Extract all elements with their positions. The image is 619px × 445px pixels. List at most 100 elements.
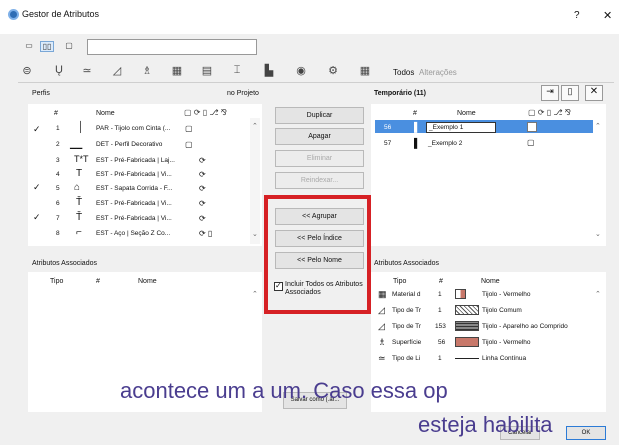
col-nome: Nome xyxy=(481,278,500,285)
duplicar-button[interactable]: Duplicar xyxy=(275,107,364,124)
row-flag-icon: ▢ xyxy=(185,140,193,149)
row-check: ✓ xyxy=(33,212,41,222)
layers-icon[interactable]: ⊜ xyxy=(18,64,36,78)
mep-icon[interactable]: ◉ xyxy=(292,64,310,78)
rename-field[interactable]: _Exemplo 1 xyxy=(426,122,496,133)
profile-shape-icon: Ť xyxy=(76,197,83,208)
row-nome[interactable]: PAR - Tijolo com Cinta (... xyxy=(96,125,170,132)
panel-title-no-projeto: no Projeto xyxy=(227,90,259,97)
profile-shape-icon: ▁▁ xyxy=(70,140,83,149)
zone-icon[interactable]: ▙ xyxy=(260,64,278,78)
material-icon: ▦ xyxy=(378,289,387,299)
row-nome[interactable]: EST - Pré-Fabricada | Laj... xyxy=(96,157,175,164)
assoc-title-right: Atributos Associados xyxy=(374,260,439,267)
row-flag-icon xyxy=(527,122,537,132)
col-num: # xyxy=(96,278,100,285)
row-flag-icon: ⟳ xyxy=(199,170,206,179)
hatch-swatch xyxy=(455,321,479,331)
row-flag-icon: ⟳ xyxy=(199,214,206,223)
row-num: 8 xyxy=(56,230,60,237)
col-nome: Nome xyxy=(138,278,157,285)
line-swatch xyxy=(455,358,479,359)
composite-icon[interactable]: ▤ xyxy=(198,64,216,78)
row-nome[interactable]: EST - Pré-Fabricada | Vi... xyxy=(96,171,172,178)
row-num: 2 xyxy=(56,141,60,148)
col-nome: Nome xyxy=(457,110,476,117)
scroll-down-icon[interactable]: ⌄ xyxy=(595,230,601,238)
import-icon[interactable]: ⇥ xyxy=(541,85,559,101)
line-type-icon: ≃ xyxy=(378,353,386,363)
col-tipo: Tipo xyxy=(50,278,64,285)
scrollbar[interactable]: ⌃ ⌄ xyxy=(250,118,260,244)
assoc-nome: Tijolo - Vermelho xyxy=(482,339,531,346)
row-check: ✓ xyxy=(33,182,41,192)
row-num: 5 xyxy=(56,185,60,192)
assoc-tipo: Tipo de Li xyxy=(392,355,421,362)
profile-shape-icon: ⌐ xyxy=(76,227,82,238)
scroll-up-icon[interactable]: ⌃ xyxy=(252,290,258,298)
row-flag-icon: ⟳ xyxy=(199,199,206,208)
col-tipo: Tipo xyxy=(393,278,407,285)
new-file-icon[interactable]: ▯ xyxy=(561,85,579,101)
single-view-icon[interactable]: ▢ xyxy=(62,41,76,52)
assoc-num: 1 xyxy=(438,355,442,362)
profile-shape-icon: T xyxy=(76,168,83,179)
row-nome[interactable]: DET - Perfil Decorativo xyxy=(96,141,162,148)
row-nome[interactable]: _Exemplo 2 xyxy=(428,140,462,147)
row-nome[interactable]: EST - Pré-Fabricada | Vi... xyxy=(96,200,172,207)
highlight-box xyxy=(264,195,371,314)
list-view-icon[interactable]: ▭ xyxy=(22,41,36,52)
profile-shape-icon: ▌ xyxy=(414,138,421,148)
grid-icon[interactable]: ▦ xyxy=(356,64,374,78)
help-button[interactable]: ? xyxy=(574,10,580,21)
row-nome[interactable]: EST - Aço | Seção Z Co... xyxy=(96,230,170,237)
row-flag-icon: ⟳ xyxy=(199,156,206,165)
reindexar-button[interactable]: Reindexar... xyxy=(275,172,364,189)
row-num: 57 xyxy=(384,140,392,147)
subtitle-line-1: acontece um a um. Caso essa op xyxy=(120,378,448,403)
search-input[interactable] xyxy=(87,39,257,55)
col-num: # xyxy=(413,110,417,117)
row-num: 3 xyxy=(56,157,60,164)
scroll-up-icon[interactable]: ⌃ xyxy=(595,290,601,298)
surface-icon: ♗ xyxy=(378,337,387,347)
assoc-tipo: Tipo de Tr xyxy=(392,323,422,330)
row-nome[interactable]: EST - Sapata Corrida - F... xyxy=(96,185,172,192)
profile-icon[interactable]: ⌶ xyxy=(228,64,246,78)
profile-shape-icon: Ť xyxy=(76,212,83,223)
col-num: # xyxy=(439,278,443,285)
color-swatch xyxy=(455,337,479,347)
building-material-icon[interactable]: ▦ xyxy=(168,64,186,78)
close-file-icon[interactable]: ✕ xyxy=(585,85,603,101)
profile-shape-icon: ⌂ xyxy=(74,182,81,193)
col-nome: Nome xyxy=(96,110,115,117)
row-num: 4 xyxy=(56,171,60,178)
tab-alteracoes[interactable]: Alterações xyxy=(419,68,457,77)
assoc-num: 56 xyxy=(438,339,446,346)
close-button[interactable]: ✕ xyxy=(603,9,612,22)
panel-title-perfis: Perfis xyxy=(32,90,50,97)
row-flag-icon: ▢ xyxy=(527,138,535,147)
ok-button[interactable]: OK xyxy=(566,426,606,440)
row-nome[interactable]: EST - Pré-Fabricada | Vi... xyxy=(96,215,172,222)
split-view-icon[interactable]: ▯▯ xyxy=(40,41,54,52)
column-icons: ▢ ⟳ ▯ ⎇ ⅋ xyxy=(528,108,572,117)
tab-todos[interactable]: Todos xyxy=(393,68,414,77)
apagar-button[interactable]: Apagar xyxy=(275,128,364,145)
assoc-num: 153 xyxy=(435,323,446,330)
fill-icon[interactable]: ◿ xyxy=(108,64,126,78)
scroll-up-icon[interactable]: ⌃ xyxy=(595,122,601,130)
line-type-icon[interactable]: ≃ xyxy=(78,64,96,78)
profile-shape-icon: │ xyxy=(78,122,85,133)
row-num: 7 xyxy=(56,215,60,222)
row-flag-icon: ▢ xyxy=(185,124,193,133)
assoc-title-left: Atributos Associados xyxy=(32,260,97,267)
surface-icon[interactable]: ♗ xyxy=(138,64,156,78)
row-num: 1 xyxy=(56,125,60,132)
pen-icon[interactable]: Ų xyxy=(50,64,68,78)
markup-icon[interactable]: ⚙ xyxy=(324,64,342,78)
row-flag-icon: ⟳ xyxy=(199,184,206,193)
eliminar-button[interactable]: Eliminar xyxy=(275,150,364,167)
assoc-num: 1 xyxy=(438,291,442,298)
assoc-tipo: Material d xyxy=(392,291,421,298)
